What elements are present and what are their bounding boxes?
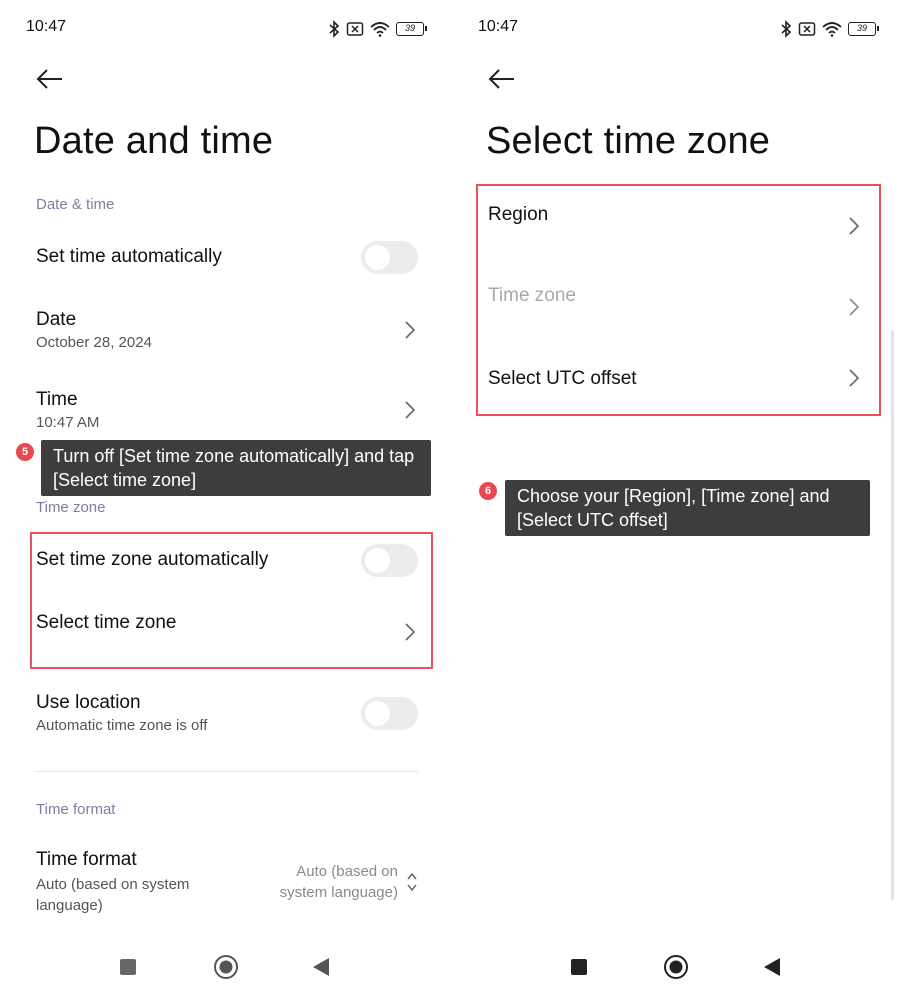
recents-icon[interactable] xyxy=(570,958,588,976)
status-bar: 10:47 39 xyxy=(478,18,879,42)
status-time: 10:47 xyxy=(478,18,519,35)
select-time-zone-row[interactable]: Select time zone xyxy=(36,612,418,652)
page-title: Date and time xyxy=(34,120,274,162)
region-row[interactable]: Region xyxy=(488,204,870,246)
status-time: 10:47 xyxy=(26,18,67,35)
back-nav-icon[interactable] xyxy=(763,957,781,977)
select-time-zone-label: Select time zone xyxy=(36,612,177,633)
date-label: Date xyxy=(36,309,77,330)
chevron-right-icon xyxy=(405,401,416,419)
battery-icon: 39 xyxy=(396,22,427,36)
battery-icon: 39 xyxy=(848,22,879,36)
navigation-bar xyxy=(0,954,452,980)
section-time-format: Time format xyxy=(36,801,116,818)
time-zone-row[interactable]: Time zone xyxy=(488,285,870,327)
step-badge: 5 xyxy=(16,443,34,461)
back-nav-icon[interactable] xyxy=(312,957,330,977)
select-utc-offset-row[interactable]: Select UTC offset xyxy=(488,368,870,398)
time-format-row[interactable]: Time format Auto (based on system langua… xyxy=(36,849,418,919)
scrollbar[interactable] xyxy=(891,330,894,900)
set-time-automatically-toggle[interactable] xyxy=(361,241,418,274)
wifi-icon xyxy=(822,22,842,37)
bluetooth-icon xyxy=(329,20,340,38)
time-value: 10:47 AM xyxy=(36,414,100,431)
chevron-updown-icon xyxy=(407,872,417,892)
status-bar: 10:47 39 xyxy=(26,18,427,42)
chevron-right-icon xyxy=(405,321,416,339)
time-format-sub: Auto (based on system language) xyxy=(36,876,190,914)
divider xyxy=(36,771,418,772)
time-label: Time xyxy=(36,389,78,410)
time-format-value: Auto (based on system language) xyxy=(279,863,398,901)
instruction-tooltip: Choose your [Region], [Time zone] and [S… xyxy=(505,480,870,536)
status-icons: 39 xyxy=(780,20,879,38)
no-sim-icon xyxy=(798,22,816,36)
region-label: Region xyxy=(488,204,549,225)
select-utc-offset-label: Select UTC offset xyxy=(488,368,637,389)
back-arrow-icon[interactable] xyxy=(34,66,64,92)
section-date-time: Date & time xyxy=(36,196,115,213)
back-arrow-icon[interactable] xyxy=(486,66,516,92)
section-time-zone: Time zone xyxy=(36,499,106,516)
set-time-zone-automatically-row[interactable]: Set time zone automatically xyxy=(36,544,418,579)
chevron-right-icon xyxy=(849,217,860,235)
set-time-zone-automatically-toggle[interactable] xyxy=(361,544,418,577)
instruction-tooltip: Turn off [Set time zone automatically] a… xyxy=(41,440,431,496)
use-location-toggle[interactable] xyxy=(361,697,418,730)
page-title: Select time zone xyxy=(486,120,771,162)
home-icon[interactable] xyxy=(213,954,239,980)
use-location-row[interactable]: Use location Automatic time zone is off xyxy=(36,692,418,742)
step-badge: 6 xyxy=(479,482,497,500)
time-zone-label: Time zone xyxy=(488,285,576,306)
no-sim-icon xyxy=(346,22,364,36)
chevron-right-icon xyxy=(849,369,860,387)
home-icon[interactable] xyxy=(663,954,689,980)
status-icons: 39 xyxy=(328,20,427,38)
recents-icon[interactable] xyxy=(119,958,137,976)
date-time-screen: 10:47 39 Date and time Date & time Set t… xyxy=(0,0,452,1000)
time-row[interactable]: Time 10:47 AM xyxy=(36,389,418,439)
navigation-bar xyxy=(452,954,904,980)
chevron-right-icon xyxy=(849,298,860,316)
select-time-zone-screen: 10:47 39 Select time zone Region Time zo… xyxy=(452,0,904,1000)
date-value: October 28, 2024 xyxy=(36,334,152,351)
chevron-right-icon xyxy=(405,623,416,641)
use-location-sub: Automatic time zone is off xyxy=(36,717,208,734)
bluetooth-icon xyxy=(781,20,792,38)
wifi-icon xyxy=(370,22,390,37)
date-row[interactable]: Date October 28, 2024 xyxy=(36,309,418,359)
set-time-automatically-row[interactable]: Set time automatically xyxy=(36,241,418,276)
